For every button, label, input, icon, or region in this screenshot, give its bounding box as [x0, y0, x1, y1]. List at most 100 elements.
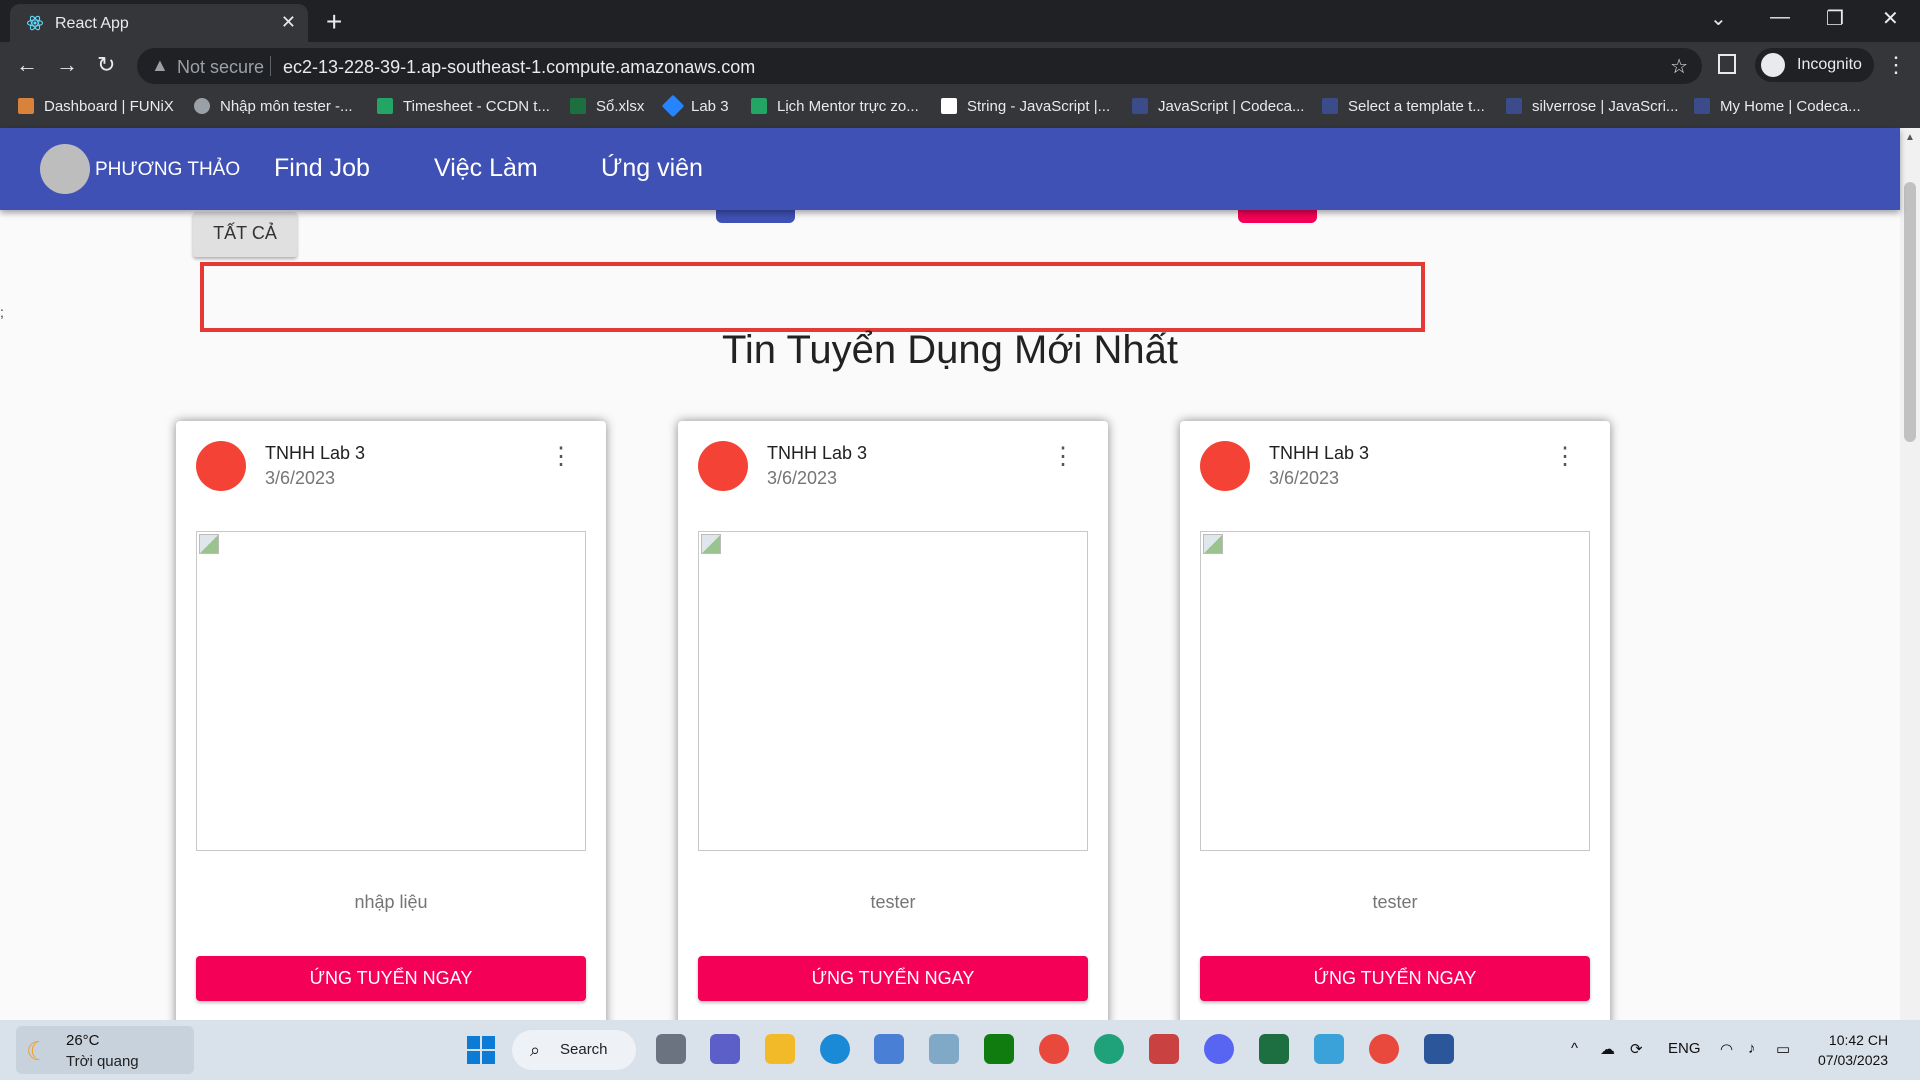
windows-start-icon[interactable]	[467, 1036, 495, 1064]
bookmarks-bar: Dashboard | FUNiX Nhập môn tester -... T…	[0, 90, 1920, 128]
broken-image-icon	[199, 534, 219, 554]
stray-text: ;	[0, 304, 4, 320]
minimize-icon[interactable]: —	[1770, 6, 1790, 29]
restore-icon[interactable]: ❐	[1826, 6, 1844, 31]
apply-button[interactable]: ỨNG TUYỂN NGAY	[1200, 956, 1590, 1001]
broken-image-icon	[1203, 534, 1223, 554]
battery-icon[interactable]: ▭	[1776, 1040, 1790, 1058]
reload-icon[interactable]: ↻	[97, 52, 115, 78]
codecademy-icon	[1694, 98, 1710, 114]
post-date: 3/6/2023	[767, 468, 838, 488]
job-title: tester	[870, 892, 916, 912]
task-view-icon[interactable]	[656, 1034, 686, 1064]
url-text[interactable]: ec2-13-228-39-1.ap-southeast-1.compute.a…	[283, 57, 755, 78]
app-header: PHƯƠNG THẢO Find Job Việc Làm Ứng viên	[0, 128, 1900, 210]
job-title: tester	[1372, 892, 1418, 912]
excel-icon[interactable]	[1259, 1034, 1289, 1064]
app-icon[interactable]	[929, 1034, 959, 1064]
filter-all-button[interactable]: TẤT CẢ	[193, 212, 297, 257]
bookmark-label: Dashboard | FUNiX	[44, 98, 174, 115]
more-options-icon[interactable]: ⋮	[549, 445, 573, 469]
codecademy-icon	[1322, 98, 1338, 114]
bookmark-label: Nhập môn tester -...	[220, 98, 353, 115]
bookmark-item[interactable]: String - JavaScript |...	[941, 98, 1110, 115]
more-options-icon[interactable]: ⋮	[1553, 445, 1577, 469]
codecademy-icon	[1506, 98, 1522, 114]
weather-temperature: 26°C	[66, 1032, 100, 1049]
word-icon[interactable]	[1424, 1034, 1454, 1064]
tab-indicator-primary[interactable]	[716, 208, 795, 223]
user-avatar[interactable]	[40, 144, 90, 194]
nav-find-job[interactable]: Find Job	[274, 154, 370, 183]
browser-menu-icon[interactable]: ⋮	[1885, 52, 1907, 78]
bookmark-item[interactable]: Select a template t...	[1322, 98, 1485, 115]
nav-ung-vien[interactable]: Ứng viên	[601, 154, 703, 183]
bookmark-item[interactable]: JavaScript | Codeca...	[1132, 98, 1304, 115]
bookmark-item[interactable]: Lịch Mentor trực zo...	[751, 98, 919, 115]
tab-close-icon[interactable]: ✕	[281, 12, 296, 33]
app-icon[interactable]	[1149, 1034, 1179, 1064]
teams-icon[interactable]	[710, 1034, 740, 1064]
bookmark-item[interactable]: My Home | Codeca...	[1694, 98, 1861, 115]
bookmark-item[interactable]: Lab 3	[661, 94, 729, 118]
window-close-icon[interactable]: ✕	[1882, 6, 1899, 31]
edge-icon[interactable]	[820, 1034, 850, 1064]
more-options-icon[interactable]: ⋮	[1051, 445, 1075, 469]
file-explorer-icon[interactable]	[765, 1034, 795, 1064]
forward-icon[interactable]: →	[56, 52, 78, 78]
os-taskbar: ☾ 26°C Trời quang ⌕ Search ^ ☁ ⟳ ENG ◠ ♪…	[0, 1020, 1920, 1080]
chrome-icon[interactable]	[1039, 1034, 1069, 1064]
incognito-button[interactable]: Incognito	[1755, 48, 1874, 82]
browser-tab[interactable]: React App ✕	[10, 4, 308, 42]
chevron-up-icon[interactable]: ^	[1571, 1040, 1578, 1057]
bookmark-item[interactable]: Timesheet - CCDN t...	[377, 98, 550, 115]
job-image	[698, 531, 1088, 851]
bookmark-item[interactable]: silverrose | JavaScri...	[1506, 98, 1678, 115]
tab-indicator-secondary[interactable]	[1238, 208, 1317, 223]
taskbar-search[interactable]: ⌕ Search	[512, 1030, 636, 1070]
discord-icon[interactable]	[1204, 1034, 1234, 1064]
clock-date: 07/03/2023	[1818, 1052, 1889, 1068]
chrome-icon[interactable]	[1369, 1034, 1399, 1064]
job-image	[1200, 531, 1590, 851]
sync-icon[interactable]: ⟳	[1630, 1040, 1643, 1058]
tab-search-icon[interactable]: ⌄	[1710, 6, 1727, 31]
browser-toolbar: ← → ↻ ▲ Not secure ec2-13-228-39-1.ap-so…	[0, 42, 1920, 90]
app-icon[interactable]	[1094, 1034, 1124, 1064]
apply-button[interactable]: ỨNG TUYỂN NGAY	[698, 956, 1088, 1001]
sheets-icon	[751, 98, 767, 114]
brand-name[interactable]: PHƯƠNG THẢO	[95, 159, 240, 181]
language-indicator[interactable]: ENG	[1668, 1040, 1701, 1057]
nav-viec-lam[interactable]: Việc Làm	[434, 154, 538, 183]
sheets-icon	[377, 98, 393, 114]
search-icon: ⌕	[530, 1040, 541, 1060]
apply-button[interactable]: ỨNG TUYỂN NGAY	[196, 956, 586, 1001]
warning-icon[interactable]: ▲	[151, 55, 169, 76]
post-date: 3/6/2023	[265, 468, 336, 488]
wifi-icon[interactable]: ◠	[1720, 1040, 1733, 1058]
onedrive-icon[interactable]: ☁	[1600, 1040, 1615, 1058]
job-card: TNHH Lab 3 3/6/2023 ⋮ nhập liệu ỨNG TUYỂ…	[176, 421, 606, 1061]
bookmark-item[interactable]: Dashboard | FUNiX	[18, 98, 174, 115]
paint-icon[interactable]	[1314, 1034, 1344, 1064]
store-icon[interactable]	[874, 1034, 904, 1064]
company-avatar	[196, 441, 246, 491]
address-bar[interactable]: ▲ Not secure ec2-13-228-39-1.ap-southeas…	[137, 48, 1702, 84]
xbox-icon[interactable]	[984, 1034, 1014, 1064]
side-panel-icon[interactable]	[1718, 54, 1736, 74]
page-scrollbar[interactable]: ▲	[1900, 128, 1920, 1020]
bookmark-label: JavaScript | Codeca...	[1158, 98, 1305, 115]
bookmark-star-icon[interactable]: ☆	[1670, 54, 1688, 79]
weather-widget[interactable]: ☾ 26°C Trời quang	[16, 1026, 194, 1074]
security-label[interactable]: Not secure	[177, 57, 264, 78]
volume-icon[interactable]: ♪	[1748, 1040, 1756, 1057]
incognito-label: Incognito	[1797, 56, 1862, 73]
bookmark-item[interactable]: Nhập môn tester -...	[194, 98, 353, 115]
scroll-thumb[interactable]	[1904, 182, 1916, 442]
new-tab-button[interactable]: +	[326, 6, 342, 38]
bookmark-item[interactable]: Sổ.xlsx	[570, 98, 644, 115]
system-clock[interactable]: 10:42 CH 07/03/2023	[1818, 1030, 1888, 1070]
back-icon[interactable]: ←	[16, 52, 38, 78]
bookmark-label: Lịch Mentor trực zo...	[777, 98, 919, 115]
scroll-up-icon[interactable]: ▲	[1905, 132, 1915, 143]
